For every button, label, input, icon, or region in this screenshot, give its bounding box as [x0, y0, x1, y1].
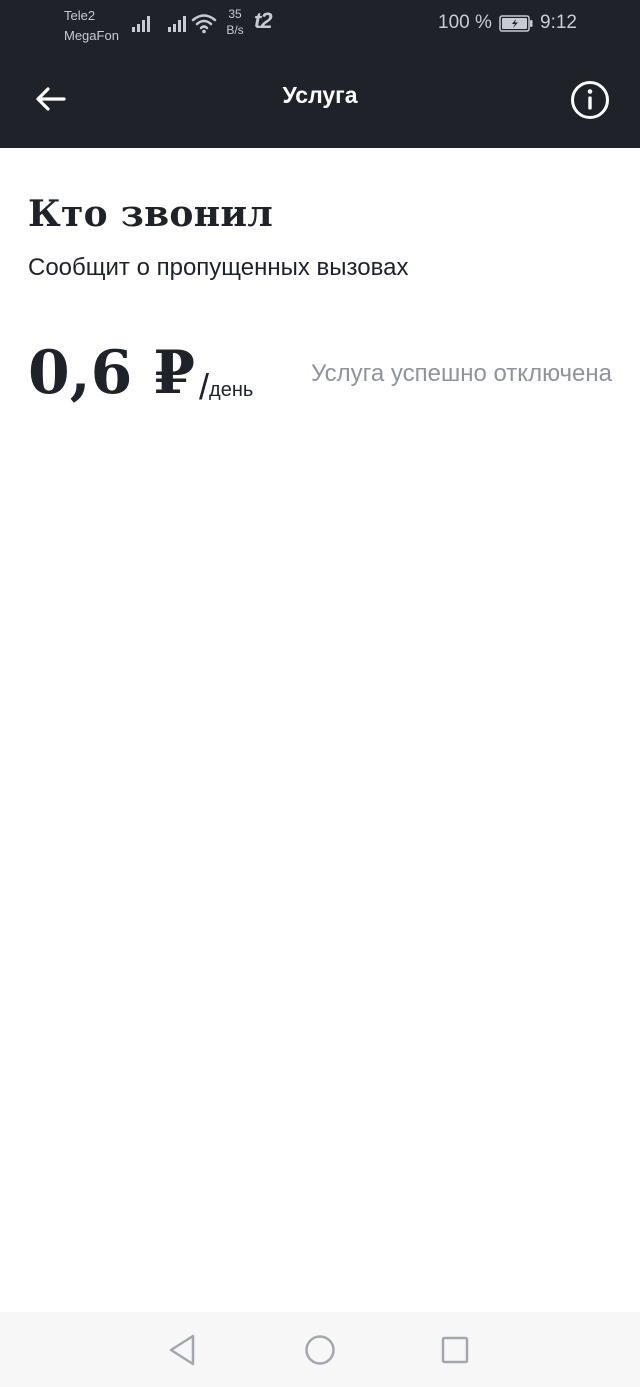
nav-back-button[interactable] — [162, 1330, 202, 1370]
carrier-names: Tele2 MegaFon — [64, 6, 119, 46]
service-description: Сообщит о пропущенных вызовах — [28, 254, 409, 281]
battery-percent: 100 % — [438, 12, 492, 33]
nav-recent-icon — [441, 1336, 469, 1364]
speed-value: 35 — [228, 7, 242, 21]
service-status: Услуга успешно отключена — [311, 360, 612, 387]
operator-logo: t2 — [254, 8, 273, 33]
service-name: Кто звонил — [28, 193, 274, 235]
signal-icon — [168, 14, 186, 32]
carrier-1: Tele2 — [64, 8, 96, 23]
nav-back-icon — [169, 1334, 195, 1366]
price-period: день — [209, 379, 254, 401]
price-slash: / — [199, 366, 210, 407]
system-navigation-bar — [0, 1312, 640, 1387]
app-toolbar: Услуга — [0, 50, 640, 148]
wifi-icon — [191, 14, 217, 34]
page-title: Услуга — [282, 82, 358, 108]
nav-home-button[interactable] — [300, 1330, 340, 1370]
carrier-2: MegaFon — [64, 28, 119, 43]
service-price: 0,6 ₽/день — [28, 338, 253, 408]
status-bar: Tele2 MegaFon 35 B/s t2 100 % 9:12 — [0, 0, 640, 50]
signal-icon — [132, 14, 150, 32]
price-value: 0,6 ₽ — [28, 338, 196, 408]
battery-charging-icon — [499, 15, 533, 32]
info-circle-icon — [571, 81, 609, 119]
clock: 9:12 — [540, 12, 577, 33]
app-screen: Tele2 MegaFon 35 B/s t2 100 % 9:12 Услуг… — [0, 0, 640, 1387]
speed-unit: B/s — [226, 23, 244, 37]
nav-recent-button[interactable] — [435, 1330, 475, 1370]
info-button[interactable] — [564, 74, 616, 126]
network-speed: 35 B/s — [224, 6, 246, 38]
nav-home-icon — [305, 1335, 335, 1365]
